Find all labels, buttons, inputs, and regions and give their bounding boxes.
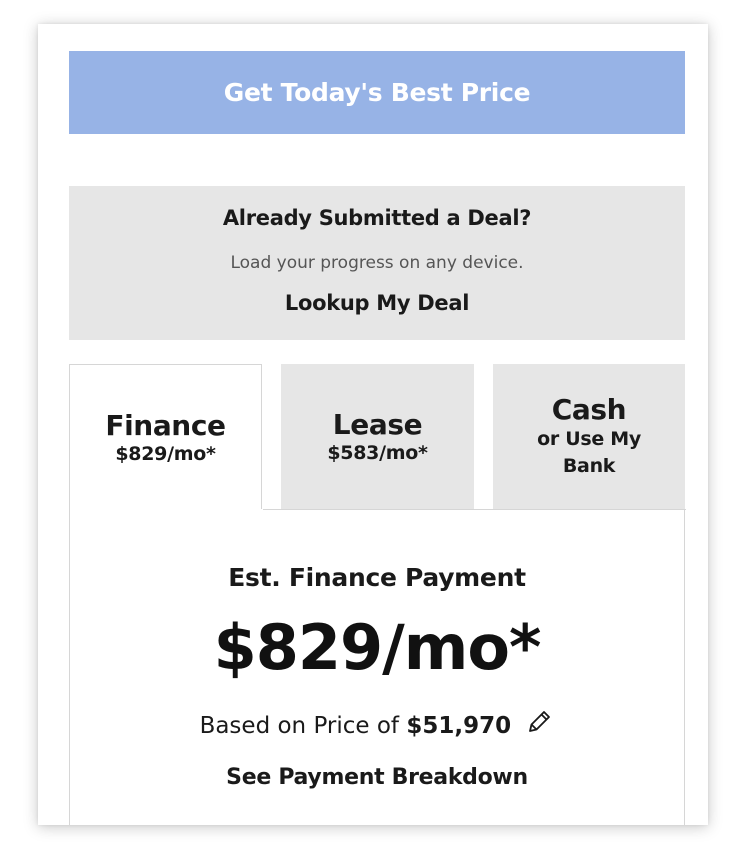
pencil-icon[interactable] [524, 707, 554, 737]
tab-cash-title: Cash [551, 393, 627, 426]
tab-finance-subtitle: $829/mo* [115, 443, 216, 465]
lookup-deal-panel: Already Submitted a Deal? Load your prog… [69, 186, 685, 340]
lookup-subtitle: Load your progress on any device. [230, 253, 524, 273]
see-payment-breakdown-link[interactable]: See Payment Breakdown [226, 765, 528, 790]
tab-finance[interactable]: Finance $829/mo* [69, 364, 262, 510]
tab-finance-title: Finance [105, 409, 226, 442]
finance-payment-panel: Est. Finance Payment $829/mo* Based on P… [69, 509, 686, 825]
tab-lease-subtitle: $583/mo* [327, 442, 428, 464]
price-line: Based on Price of $51,970 [70, 707, 684, 739]
tab-cash[interactable]: Cash or Use My Bank [493, 364, 685, 510]
tab-lease-title: Lease [332, 408, 423, 441]
price-prefix: Based on Price of [199, 713, 400, 739]
panel-divider [263, 509, 686, 510]
pricing-card: Get Today's Best Price Already Submitted… [38, 24, 708, 825]
lookup-title: Already Submitted a Deal? [222, 206, 532, 230]
get-best-price-button[interactable]: Get Today's Best Price [69, 51, 685, 134]
tab-lease[interactable]: Lease $583/mo* [281, 364, 474, 510]
page-background: Get Today's Best Price Already Submitted… [0, 0, 730, 860]
payment-label: Est. Finance Payment [228, 563, 526, 592]
tab-cash-subtitle: or Use My Bank [537, 428, 641, 477]
payment-amount: $829/mo* [213, 611, 542, 684]
lookup-my-deal-link[interactable]: Lookup My Deal [285, 291, 470, 315]
price-value: $51,970 [406, 713, 512, 739]
